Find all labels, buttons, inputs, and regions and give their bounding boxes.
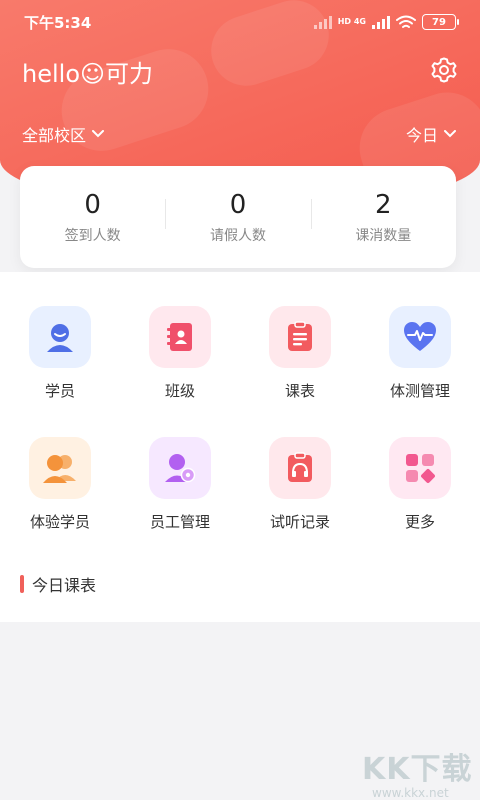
stat-label: 请假人数 [209,228,266,244]
tile [389,437,451,499]
stat-label: 课消数量 [355,228,412,244]
tile [269,306,331,368]
signal-icon [313,15,332,29]
grid-item-audition-records[interactable]: 试听记录 [240,437,360,532]
grid-item-classes[interactable]: 班级 [120,306,240,401]
network-type: HD 4G [337,17,366,26]
tile [389,306,451,368]
today-schedule-header: 今日课表 [20,572,96,596]
class-book-icon [167,323,192,351]
grid-item-schedule[interactable]: 课表 [240,306,360,401]
battery-icon: 79 [422,14,459,30]
section-accent-bar [20,575,24,593]
stat-label: 签到人数 [64,228,121,244]
watermark-url: www.kkx.net [372,786,449,800]
stat-value: 0 [84,190,101,220]
stat-value: 0 [229,190,247,220]
grid-item-staff[interactable]: 员工管理 [120,437,240,532]
student-icon [47,324,73,352]
gear-icon[interactable] [430,56,458,84]
date-filter-selector[interactable]: 今日 [406,122,456,146]
tile [149,306,211,368]
stat-leave[interactable]: 0 请假人数 [165,189,310,245]
date-filter-label: 今日 [405,126,438,145]
grid-item-more[interactable]: 更多 [360,437,480,532]
stat-checkin[interactable]: 0 签到人数 [20,189,165,245]
grid-item-label: 班级 [164,382,195,400]
main-content: 学员 班级 课表 体测管理 体验学员 员工管理 试听记录 更多 今日课表 [0,272,480,622]
heart-pulse-icon [404,322,436,351]
status-icons: HD 4G 79 [313,14,459,30]
grid-item-label: 体测管理 [389,382,450,400]
stat-value: 2 [375,190,392,220]
trial-students-icon [43,455,76,483]
campus-label: 全部校区 [22,126,87,145]
watermark-logo: KK下载 [362,752,473,787]
wifi-icon [396,15,416,28]
battery-level: 79 [432,16,446,28]
tile [29,306,91,368]
chevron-down-icon [92,130,105,138]
grid-item-label: 课表 [284,382,315,400]
more-grid-icon [406,454,435,483]
grid-item-label: 体验学员 [29,513,90,531]
watermark: KK下载 www.kkx.net [362,744,473,800]
greeting-text: hello☺可力 [22,60,154,88]
signal-icon [372,15,390,29]
status-time: 下午5:34 [24,13,92,32]
staff-gear-icon [165,454,196,483]
feature-grid: 学员 班级 课表 体测管理 体验学员 员工管理 试听记录 更多 [0,306,480,532]
tile [149,437,211,499]
grid-item-students[interactable]: 学员 [0,306,120,401]
status-bar: 下午5:34 HD 4G 79 [0,0,480,44]
schedule-icon [288,321,312,351]
tile [269,437,331,499]
tile [29,437,91,499]
audition-record-icon [288,452,312,482]
grid-item-trial-students[interactable]: 体验学员 [0,437,120,532]
stat-lessons-consumed[interactable]: 2 课消数量 [310,189,456,245]
campus-selector[interactable]: 全部校区 [22,122,105,146]
stats-card: 0 签到人数 0 请假人数 2 课消数量 [20,166,456,268]
grid-item-label: 试听记录 [269,513,330,531]
grid-item-fitness-test[interactable]: 体测管理 [360,306,480,401]
section-title: 今日课表 [32,576,97,595]
grid-item-label: 学员 [44,382,75,400]
chevron-down-icon [444,130,456,138]
grid-item-label: 更多 [404,513,435,531]
grid-item-label: 员工管理 [149,513,210,531]
